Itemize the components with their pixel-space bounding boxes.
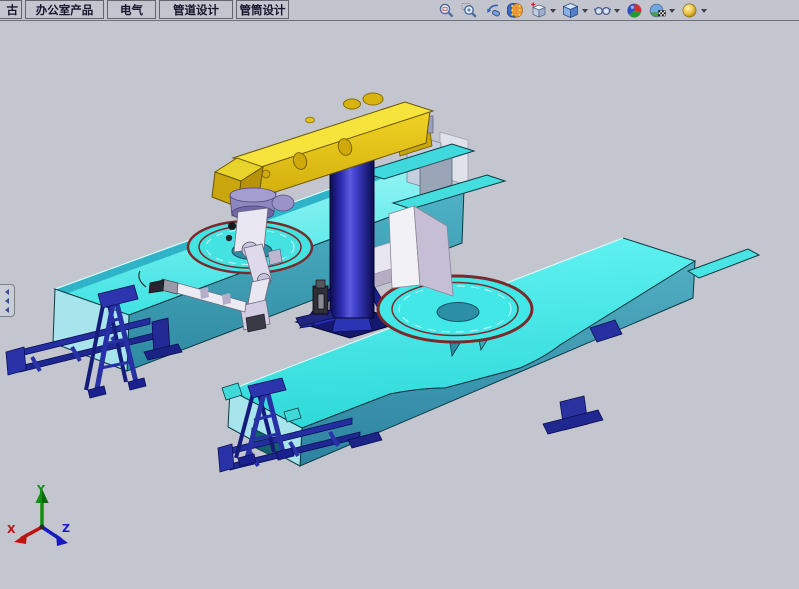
section-view-icon [507,2,524,19]
collapse-arrow-icon [5,307,9,313]
zoom-to-area-button[interactable] [460,2,479,20]
tab-label: 管道设计 [173,2,219,18]
dropdown-arrow-icon[interactable] [582,9,588,13]
previous-view-button[interactable] [483,2,502,20]
axis-y-label: Y [36,483,46,496]
view-orientation-button[interactable] [529,2,557,20]
solidworks-window: Y X Z 古 办公室产品 电气 管道设计 管筒设计 [0,0,799,589]
dropdown-arrow-icon[interactable] [550,9,556,13]
previous-view-icon [484,2,501,19]
axis-z-label: Z [62,522,70,535]
tab-electrical[interactable]: 电气 [107,0,156,19]
tab-label: 办公室产品 [36,2,94,18]
tab-label: 管筒设计 [240,2,286,18]
tab-label: 古 [7,2,19,18]
panel-splitter-handle[interactable] [0,284,15,317]
edit-appearance-button[interactable] [625,2,644,20]
edit-appearance-icon [626,2,643,19]
display-style-button[interactable] [561,2,589,20]
tab-piping-design[interactable]: 管道设计 [159,0,233,19]
section-view-button[interactable] [506,2,525,20]
zoom-to-fit-icon [438,2,455,19]
heads-up-view-toolbar [437,1,708,20]
dropdown-arrow-icon[interactable] [669,9,675,13]
hide-show-items-icon [594,2,611,19]
dropdown-arrow-icon[interactable] [614,9,620,13]
collapse-arrow-icon [5,298,9,304]
tab-evaluate-partial[interactable]: 古 [0,0,22,19]
tab-tubing-design[interactable]: 管筒设计 [236,0,289,19]
view-settings-icon [681,2,698,19]
graphics-viewport[interactable]: Y X Z [0,0,799,589]
collapse-arrow-icon [5,289,9,295]
apply-scene-button[interactable] [648,2,676,20]
tab-label: 电气 [120,2,143,18]
dropdown-arrow-icon[interactable] [701,9,707,13]
view-settings-button[interactable] [680,2,708,20]
hide-show-items-button[interactable] [593,2,621,20]
axis-x-label: X [7,523,16,536]
zoom-to-fit-button[interactable] [437,2,456,20]
zoom-to-area-icon [461,2,478,19]
apply-scene-icon [649,2,666,19]
display-style-icon [562,2,579,19]
tab-office-products[interactable]: 办公室产品 [25,0,104,19]
view-orientation-icon [530,2,547,19]
